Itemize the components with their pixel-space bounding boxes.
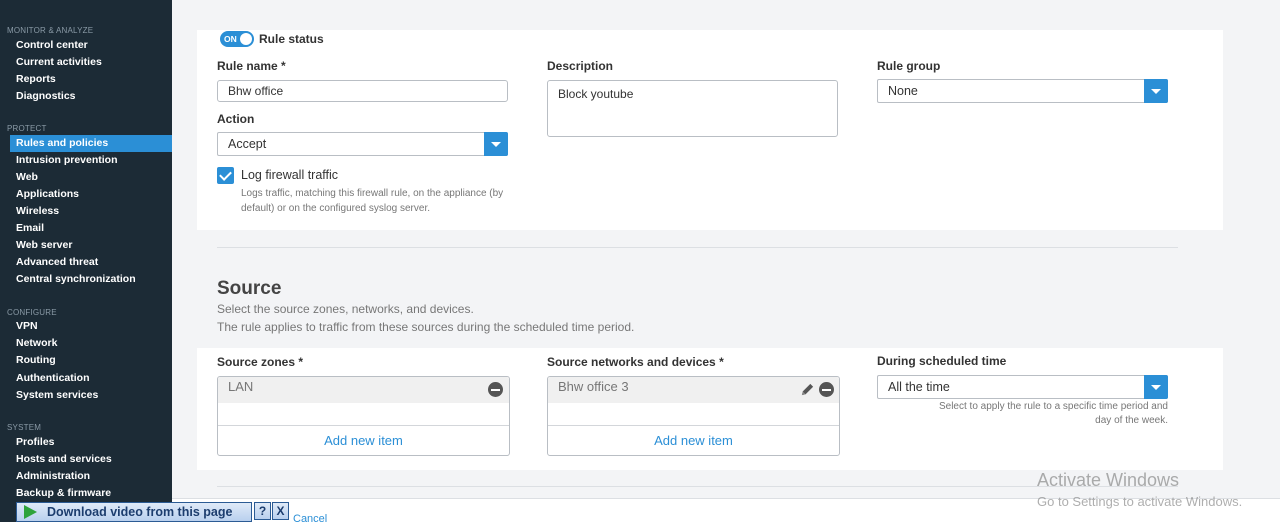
rule-group-label: Rule group <box>877 59 941 73</box>
chevron-down-icon[interactable] <box>484 132 508 156</box>
play-icon <box>24 505 37 519</box>
sidebar-item-backup-firmware[interactable]: Backup & firmware <box>0 485 172 502</box>
source-zones-list: LAN Add new item <box>217 376 510 456</box>
rule-group-select[interactable]: None <box>877 79 1168 103</box>
sidebar-item-system-services[interactable]: System services <box>0 387 172 404</box>
source-networks-list: Bhw office 3 Add new item <box>547 376 840 456</box>
activate-windows-subtext: Go to Settings to activate Windows. <box>1037 494 1243 509</box>
sidebar-item-applications[interactable]: Applications <box>0 186 172 203</box>
download-video-bar: Download video from this page ? X <box>16 502 289 522</box>
sidebar-item-email[interactable]: Email <box>0 220 172 237</box>
rule-status-label: Rule status <box>259 32 324 46</box>
sidebar-item-intrusion-prevention[interactable]: Intrusion prevention <box>0 152 172 169</box>
rule-name-label: Rule name * <box>217 59 286 73</box>
add-source-zone-button[interactable]: Add new item <box>218 425 509 455</box>
log-hint-line-2: default) or on the configured syslog ser… <box>241 203 430 214</box>
section-system: SYSTEM <box>7 423 42 432</box>
source-zone-item-label: LAN <box>228 379 254 394</box>
sidebar-item-reports[interactable]: Reports <box>0 71 172 88</box>
add-source-network-button[interactable]: Add new item <box>548 425 839 455</box>
action-label: Action <box>217 112 255 126</box>
sidebar-item-profiles[interactable]: Profiles <box>0 434 172 451</box>
help-button[interactable]: ? <box>254 502 271 520</box>
toggle-state: ON <box>224 34 237 44</box>
pencil-icon[interactable] <box>800 382 815 397</box>
log-hint-line-1: Logs traffic, matching this firewall rul… <box>241 188 504 199</box>
toggle-knob <box>240 33 252 45</box>
schedule-hint-line-2: day of the week. <box>1095 415 1168 426</box>
sidebar-item-network[interactable]: Network <box>0 335 172 352</box>
source-section-title: Source <box>217 278 282 299</box>
description-textarea[interactable]: Block youtube <box>547 80 838 137</box>
rule-group-value: None <box>888 84 918 98</box>
list-item: LAN <box>218 377 509 403</box>
sidebar-item-diagnostics[interactable]: Diagnostics <box>0 88 172 105</box>
download-video-button[interactable]: Download video from this page <box>16 502 252 522</box>
section-configure: CONFIGURE <box>7 308 57 317</box>
rule-status-toggle[interactable]: ON <box>220 31 254 47</box>
sidebar-item-advanced-threat[interactable]: Advanced threat <box>0 254 172 271</box>
sidebar-item-web-server[interactable]: Web server <box>0 237 172 254</box>
remove-icon[interactable] <box>488 382 503 397</box>
list-item: Bhw office 3 <box>548 377 839 403</box>
activate-windows-watermark: Activate Windows <box>1037 470 1180 490</box>
sidebar-item-vpn[interactable]: VPN <box>0 318 172 335</box>
sidebar: MONITOR & ANALYZE Control center Current… <box>0 0 172 522</box>
sidebar-item-wireless[interactable]: Wireless <box>0 203 172 220</box>
source-description-2: The rule applies to traffic from these s… <box>217 320 635 334</box>
sidebar-item-control-center[interactable]: Control center <box>0 37 172 54</box>
scheduled-time-label: During scheduled time <box>877 354 1007 368</box>
action-value: Accept <box>228 137 267 151</box>
action-select[interactable]: Accept <box>217 132 508 156</box>
schedule-hint-line-1: Select to apply the rule to a specific t… <box>938 401 1168 412</box>
section-divider <box>217 486 1178 487</box>
sidebar-item-central-synchronization[interactable]: Central synchronization <box>0 271 172 288</box>
cancel-link[interactable]: Cancel <box>293 513 327 522</box>
main-content: ON Rule status Rule name * Bhw office De… <box>172 0 1280 522</box>
sidebar-item-administration[interactable]: Administration <box>0 468 172 485</box>
section-divider <box>217 247 1178 248</box>
sidebar-item-hosts-and-services[interactable]: Hosts and services <box>0 451 172 468</box>
source-zones-label: Source zones * <box>217 355 304 369</box>
close-button[interactable]: X <box>272 502 289 520</box>
section-protect: PROTECT <box>7 124 47 133</box>
sidebar-item-web[interactable]: Web <box>0 169 172 186</box>
sidebar-item-rules-and-policies[interactable]: Rules and policies <box>10 135 172 152</box>
description-label: Description <box>547 59 614 73</box>
sidebar-item-authentication[interactable]: Authentication <box>0 370 172 387</box>
log-firewall-traffic-checkbox[interactable] <box>217 167 234 184</box>
source-networks-label: Source networks and devices * <box>547 355 724 369</box>
section-monitor-analyze: MONITOR & ANALYZE <box>7 26 94 35</box>
source-network-item-label: Bhw office 3 <box>558 379 629 394</box>
chevron-down-icon[interactable] <box>1144 79 1168 103</box>
log-firewall-traffic-label: Log firewall traffic <box>241 168 339 182</box>
remove-icon[interactable] <box>819 382 834 397</box>
sidebar-item-current-activities[interactable]: Current activities <box>0 54 172 71</box>
chevron-down-icon[interactable] <box>1144 375 1168 399</box>
rule-name-input[interactable]: Bhw office <box>217 80 508 102</box>
source-description-1: Select the source zones, networks, and d… <box>217 302 474 316</box>
scheduled-time-select[interactable]: All the time <box>877 375 1168 399</box>
scheduled-time-value: All the time <box>888 380 950 394</box>
download-video-label: Download video from this page <box>47 505 233 519</box>
sidebar-item-routing[interactable]: Routing <box>0 352 172 369</box>
